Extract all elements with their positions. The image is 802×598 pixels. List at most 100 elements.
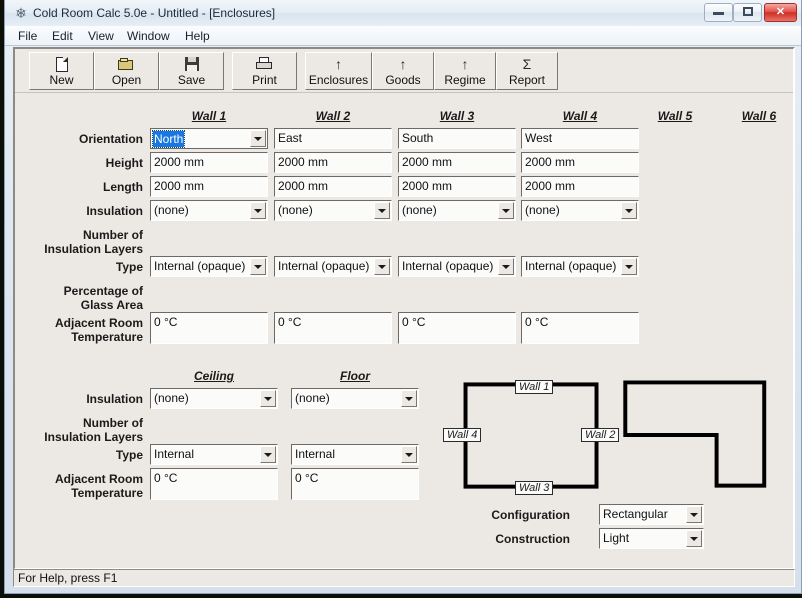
menu-item-help[interactable]: Help	[180, 29, 215, 44]
wall-2-length-input[interactable]: 2000 mm	[274, 176, 392, 197]
wall-1-insulation-combobox[interactable]: (none)	[150, 200, 268, 221]
chevron-down-icon[interactable]	[260, 390, 276, 407]
configuration-label: Configuration	[491, 508, 570, 522]
surface-row-label-insulation: Insulation	[86, 392, 143, 406]
minimize-icon	[713, 12, 724, 15]
toolbar-label-open: Open	[111, 73, 142, 87]
chevron-down-icon[interactable]	[686, 506, 702, 523]
chevron-down-icon[interactable]	[374, 202, 390, 219]
rectangular-plan-outline	[463, 382, 599, 489]
wall-2-height-value: 2000 mm	[278, 155, 329, 169]
configuration-combobox[interactable]: Rectangular	[599, 504, 704, 525]
wall-4-orientation-value: West	[525, 131, 553, 145]
wall-2-adjacent-temperature-input[interactable]: 0 °C	[274, 312, 392, 344]
wall-1-insulation-value: (none)	[154, 203, 189, 217]
close-button[interactable]: ✕	[764, 3, 797, 22]
wall-4-height-input[interactable]: 2000 mm	[521, 152, 639, 173]
chevron-down-icon[interactable]	[250, 258, 266, 275]
chevron-down-icon[interactable]	[260, 446, 276, 463]
wall-4-type-combobox[interactable]: Internal (opaque)	[521, 256, 639, 277]
wall-2-type-combobox[interactable]: Internal (opaque)	[274, 256, 392, 277]
floor-type-combobox[interactable]: Internal	[291, 444, 419, 465]
chevron-down-icon[interactable]	[401, 390, 417, 407]
surface-row-label-type: Type	[115, 448, 143, 462]
wall-1-orientation-combobox[interactable]: North	[150, 128, 268, 149]
chevron-down-icon[interactable]	[621, 258, 637, 275]
wall-2-insulation-value: (none)	[278, 203, 313, 217]
chevron-down-icon[interactable]	[374, 258, 390, 275]
wall-2-height-input[interactable]: 2000 mm	[274, 152, 392, 173]
wall-3-adjacent-temperature-input[interactable]: 0 °C	[398, 312, 516, 344]
ceiling-type-combobox[interactable]: Internal	[150, 444, 278, 465]
surface-row-label-layers-line1: Number of	[83, 416, 143, 430]
menu-item-file[interactable]: File	[13, 29, 42, 44]
row-label-layers-line1: Number of	[83, 228, 143, 242]
wall-3-length-value: 2000 mm	[402, 179, 453, 193]
column-header-wall-4: Wall 4	[562, 109, 598, 123]
wall-1-type-combobox[interactable]: Internal (opaque)	[150, 256, 268, 277]
row-label-adjacent-line2: Temperature	[71, 330, 143, 344]
construction-combobox[interactable]: Light	[599, 528, 704, 549]
printer-icon	[233, 55, 296, 73]
wall-2-length-value: 2000 mm	[278, 179, 329, 193]
toolbar-label-regime: Regime	[444, 73, 486, 87]
up-arrow-icon: ↑	[399, 56, 407, 72]
wall-3-length-input[interactable]: 2000 mm	[398, 176, 516, 197]
toolbar-label-save: Save	[177, 73, 206, 87]
status-bar: For Help, press F1	[13, 569, 795, 587]
chevron-down-icon[interactable]	[250, 130, 266, 147]
row-label-height: Height	[105, 156, 143, 170]
chevron-down-icon[interactable]	[498, 258, 514, 275]
construction-value: Light	[603, 531, 630, 545]
toolbar-button-goods[interactable]: ↑ Goods	[372, 52, 434, 90]
column-header-wall-6: Wall 6	[741, 109, 777, 123]
menu-item-edit[interactable]: Edit	[47, 29, 78, 44]
diagram-label-wall-1: Wall 1	[515, 380, 554, 394]
chevron-down-icon[interactable]	[498, 202, 514, 219]
wall-3-insulation-value: (none)	[402, 203, 437, 217]
toolbar-button-new[interactable]: New	[29, 52, 94, 90]
title-bar: ❄ Cold Room Calc 5.0e - Untitled - [Encl…	[5, 0, 801, 26]
floor-type-value: Internal	[295, 447, 336, 461]
menu-item-view[interactable]: View	[83, 29, 119, 44]
wall-3-height-input[interactable]: 2000 mm	[398, 152, 516, 173]
wall-1-length-input[interactable]: 2000 mm	[150, 176, 268, 197]
up-arrow-icon: ↑	[461, 56, 469, 72]
chevron-down-icon[interactable]	[686, 530, 702, 547]
wall-1-height-input[interactable]: 2000 mm	[150, 152, 268, 173]
toolbar-button-save[interactable]: Save	[159, 52, 224, 90]
toolbar-button-enclosures[interactable]: ↑ Enclosures	[305, 52, 372, 90]
wall-4-orientation-input[interactable]: West	[521, 128, 639, 149]
wall-4-length-input[interactable]: 2000 mm	[521, 176, 639, 197]
wall-3-type-value: Internal (opaque)	[402, 259, 494, 273]
construction-label: Construction	[495, 532, 570, 546]
toolbar-label-goods: Goods	[385, 73, 421, 87]
wall-3-orientation-input[interactable]: South	[398, 128, 516, 149]
floor-adjacent-temperature-input[interactable]: 0 °C	[291, 468, 419, 500]
chevron-down-icon[interactable]	[401, 446, 417, 463]
wall-2-insulation-combobox[interactable]: (none)	[274, 200, 392, 221]
wall-1-adjacent-temperature-input[interactable]: 0 °C	[150, 312, 268, 344]
wall-3-insulation-combobox[interactable]: (none)	[398, 200, 516, 221]
wall-2-orientation-input[interactable]: East	[274, 128, 392, 149]
chevron-down-icon[interactable]	[250, 202, 266, 219]
toolbar-button-open[interactable]: Open	[94, 52, 159, 90]
toolbar-button-print[interactable]: Print	[232, 52, 297, 90]
minimize-button[interactable]	[704, 3, 733, 22]
chevron-down-icon[interactable]	[621, 202, 637, 219]
wall-4-insulation-combobox[interactable]: (none)	[521, 200, 639, 221]
toolbar-button-report[interactable]: Σ Report	[496, 52, 558, 90]
wall-4-adjacent-temperature-input[interactable]: 0 °C	[521, 312, 639, 344]
column-header-floor: Floor	[340, 369, 370, 383]
wall-2-orientation-value: East	[278, 131, 303, 145]
menu-item-window[interactable]: Window	[122, 29, 175, 44]
ceiling-insulation-combobox[interactable]: (none)	[150, 388, 278, 409]
floor-insulation-combobox[interactable]: (none)	[291, 388, 419, 409]
toolbar-button-regime[interactable]: ↑ Regime	[434, 52, 496, 90]
wall-3-type-combobox[interactable]: Internal (opaque)	[398, 256, 516, 277]
window-title: Cold Room Calc 5.0e - Untitled - [Enclos…	[33, 6, 276, 20]
wall-4-type-value: Internal (opaque)	[525, 259, 617, 273]
maximize-button[interactable]	[733, 3, 762, 22]
row-label-length: Length	[103, 180, 143, 194]
ceiling-adjacent-temperature-input[interactable]: 0 °C	[150, 468, 278, 500]
